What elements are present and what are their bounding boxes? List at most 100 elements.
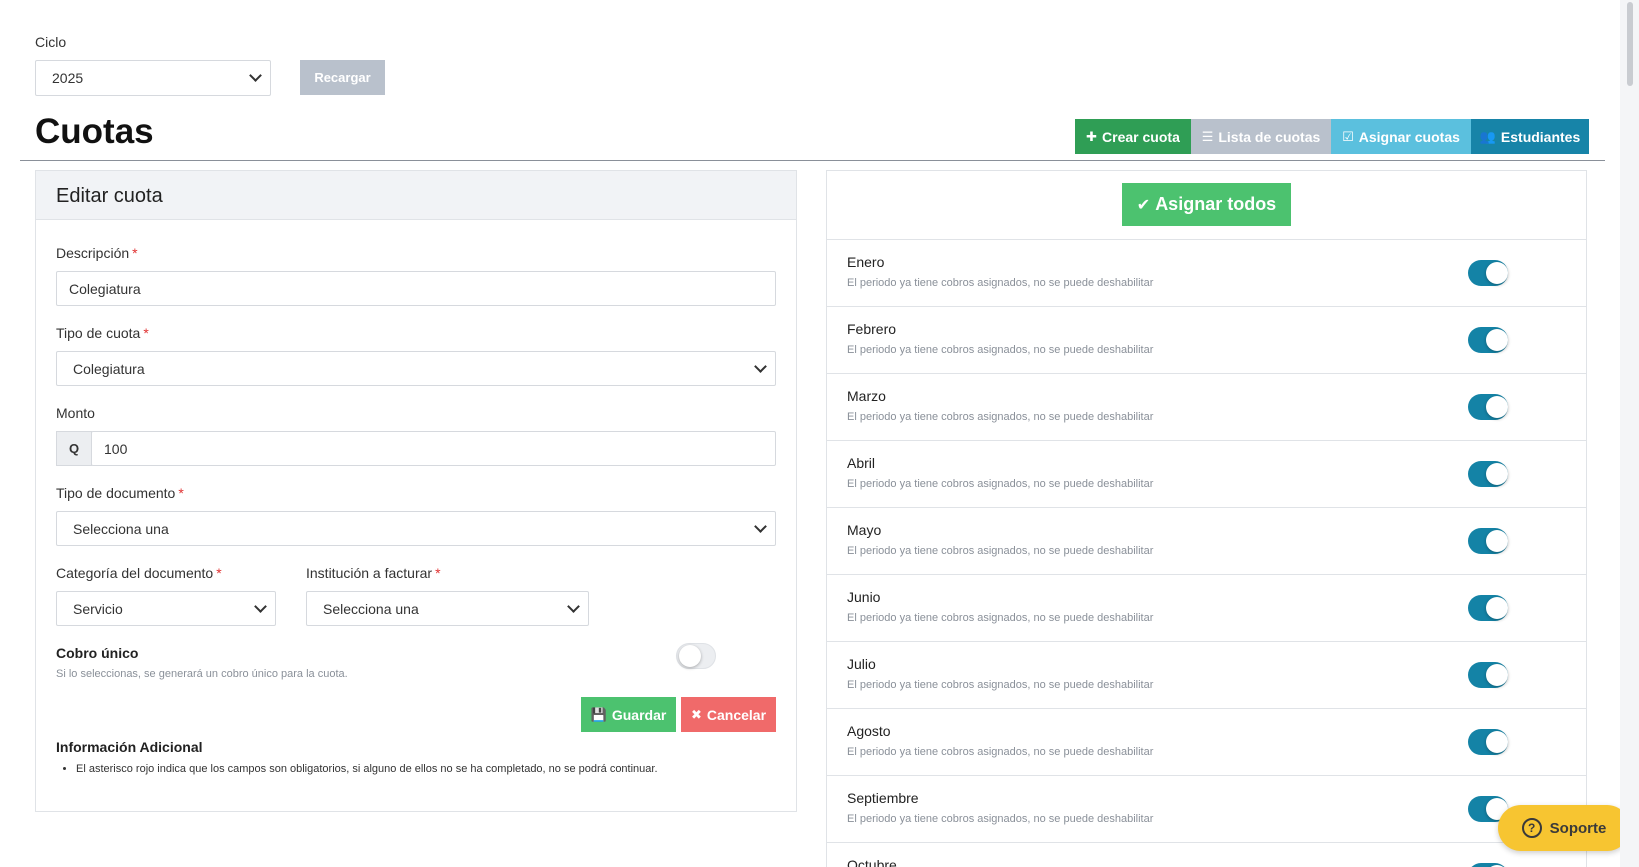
period-name: Mayo xyxy=(847,522,882,538)
info-item: El asterisco rojo indica que los campos … xyxy=(76,763,776,775)
period-toggle[interactable] xyxy=(1468,260,1508,286)
period-row: Junio El periodo ya tiene cobros asignad… xyxy=(827,574,1586,638)
period-name: Julio xyxy=(847,656,876,672)
period-name: Marzo xyxy=(847,388,886,404)
period-name: Agosto xyxy=(847,723,891,739)
chevron-down-icon xyxy=(249,69,262,82)
tipo-documento-label: Tipo de documento * xyxy=(56,485,184,501)
ciclo-select-value: 2025 xyxy=(52,70,84,86)
page: Ciclo 2025 Recargar Cuotas ✚ Crear cuota… xyxy=(0,0,1630,867)
chevron-down-icon xyxy=(567,599,580,613)
assign-all-button[interactable]: ✔ Asignar todos xyxy=(1122,183,1291,226)
reload-button[interactable]: Recargar xyxy=(300,60,385,95)
monto-label: Monto xyxy=(56,405,95,421)
period-row: Septiembre El periodo ya tiene cobros as… xyxy=(827,775,1586,839)
required-asterisk: * xyxy=(178,485,184,501)
period-toggle[interactable] xyxy=(1468,729,1508,755)
period-toggle[interactable] xyxy=(1468,327,1508,353)
chevron-down-icon xyxy=(254,599,267,613)
title-divider xyxy=(20,160,1605,161)
students-button[interactable]: 👥 Estudiantes xyxy=(1471,119,1589,154)
period-row: Marzo El periodo ya tiene cobros asignad… xyxy=(827,373,1586,437)
descripcion-label: Descripción * xyxy=(56,245,138,261)
cobro-unico-label: Cobro único xyxy=(56,645,139,661)
period-row: Mayo El periodo ya tiene cobros asignado… xyxy=(827,507,1586,571)
period-toggle[interactable] xyxy=(1468,863,1508,867)
tipo-documento-select[interactable]: Selecciona una xyxy=(56,511,776,546)
assign-fees-button[interactable]: ☑ Asignar cuotas xyxy=(1331,119,1471,154)
check-square-icon: ☑ xyxy=(1342,128,1354,144)
period-note: El periodo ya tiene cobros asignados, no… xyxy=(847,277,1154,289)
institucion-select[interactable]: Selecciona una xyxy=(306,591,589,626)
period-toggle[interactable] xyxy=(1468,528,1508,554)
period-note: El periodo ya tiene cobros asignados, no… xyxy=(847,411,1154,423)
edit-fee-card-header: Editar cuota xyxy=(36,171,796,220)
question-circle-icon: ? xyxy=(1521,818,1542,838)
fee-list-button[interactable]: ☰ Lista de cuotas xyxy=(1191,119,1331,154)
period-row: Agosto El periodo ya tiene cobros asigna… xyxy=(827,708,1586,772)
toggle-knob xyxy=(1486,396,1508,418)
close-icon: ✖ xyxy=(690,706,702,722)
plus-icon: ✚ xyxy=(1086,128,1098,144)
toggle-knob xyxy=(1486,731,1508,753)
toggle-knob xyxy=(679,645,701,667)
monto-prefix: Q xyxy=(56,431,92,466)
categoria-select[interactable]: Servicio xyxy=(56,591,276,626)
toggle-knob xyxy=(1486,463,1508,485)
period-note: El periodo ya tiene cobros asignados, no… xyxy=(847,612,1154,624)
toggle-knob xyxy=(1486,262,1508,284)
ciclo-select[interactable]: 2025 xyxy=(35,60,271,96)
chevron-down-icon xyxy=(754,359,767,373)
period-toggle[interactable] xyxy=(1468,662,1508,688)
period-row: Febrero El periodo ya tiene cobros asign… xyxy=(827,306,1586,370)
period-name: Junio xyxy=(847,589,881,605)
cobro-unico-toggle[interactable] xyxy=(676,643,716,669)
period-row: Enero El periodo ya tiene cobros asignad… xyxy=(827,239,1586,303)
required-asterisk: * xyxy=(216,565,222,581)
monto-input[interactable]: 100 xyxy=(91,431,776,466)
required-asterisk: * xyxy=(132,245,138,261)
categoria-label: Categoría del documento * xyxy=(56,565,222,581)
period-note: El periodo ya tiene cobros asignados, no… xyxy=(847,746,1154,758)
create-fee-button[interactable]: ✚ Crear cuota xyxy=(1075,119,1191,154)
tipo-cuota-label: Tipo de cuota * xyxy=(56,325,149,341)
period-row: Abril El periodo ya tiene cobros asignad… xyxy=(827,440,1586,504)
period-note: El periodo ya tiene cobros asignados, no… xyxy=(847,545,1154,557)
period-toggle[interactable] xyxy=(1468,461,1508,487)
period-name: Septiembre xyxy=(847,790,919,806)
info-list: El asterisco rojo indica que los campos … xyxy=(76,763,776,775)
toggle-knob xyxy=(1486,329,1508,351)
page-title: Cuotas xyxy=(35,112,154,151)
period-name: Enero xyxy=(847,254,885,270)
period-toggle[interactable] xyxy=(1468,595,1508,621)
cancel-button[interactable]: ✖ Cancelar xyxy=(681,697,776,732)
institucion-label: Institución a facturar * xyxy=(306,565,441,581)
edit-fee-title: Editar cuota xyxy=(56,185,163,207)
required-asterisk: * xyxy=(435,565,441,581)
period-row: Julio El periodo ya tiene cobros asignad… xyxy=(827,641,1586,705)
toggle-knob xyxy=(1486,530,1508,552)
period-note: El periodo ya tiene cobros asignados, no… xyxy=(847,344,1154,356)
tipo-cuota-select[interactable]: Colegiatura xyxy=(56,351,776,386)
period-name: Abril xyxy=(847,455,876,471)
period-row: Octubre El periodo ya tiene cobros asign… xyxy=(827,842,1586,867)
periods-card: ✔ Asignar todos Enero El periodo ya tien… xyxy=(826,170,1587,867)
scrollbar-track[interactable] xyxy=(1620,0,1639,867)
list-icon: ☰ xyxy=(1201,128,1214,144)
descripcion-input[interactable]: Colegiatura xyxy=(56,271,776,306)
save-button[interactable]: 💾 Guardar xyxy=(581,697,676,732)
scrollbar-thumb[interactable] xyxy=(1627,2,1633,86)
ciclo-label: Ciclo xyxy=(35,34,67,50)
save-icon: 💾 xyxy=(590,706,607,722)
period-note: El periodo ya tiene cobros asignados, no… xyxy=(847,478,1154,490)
info-title: Información Adicional xyxy=(56,739,203,755)
toggle-knob xyxy=(1486,597,1508,619)
period-toggle[interactable] xyxy=(1468,394,1508,420)
toggle-knob xyxy=(1486,664,1508,686)
support-button[interactable]: ? Soporte xyxy=(1498,805,1630,851)
users-icon: 👥 xyxy=(1479,128,1496,144)
chevron-down-icon xyxy=(754,519,767,533)
period-name: Febrero xyxy=(847,321,897,337)
period-note: El periodo ya tiene cobros asignados, no… xyxy=(847,813,1154,825)
period-note: El periodo ya tiene cobros asignados, no… xyxy=(847,679,1154,691)
